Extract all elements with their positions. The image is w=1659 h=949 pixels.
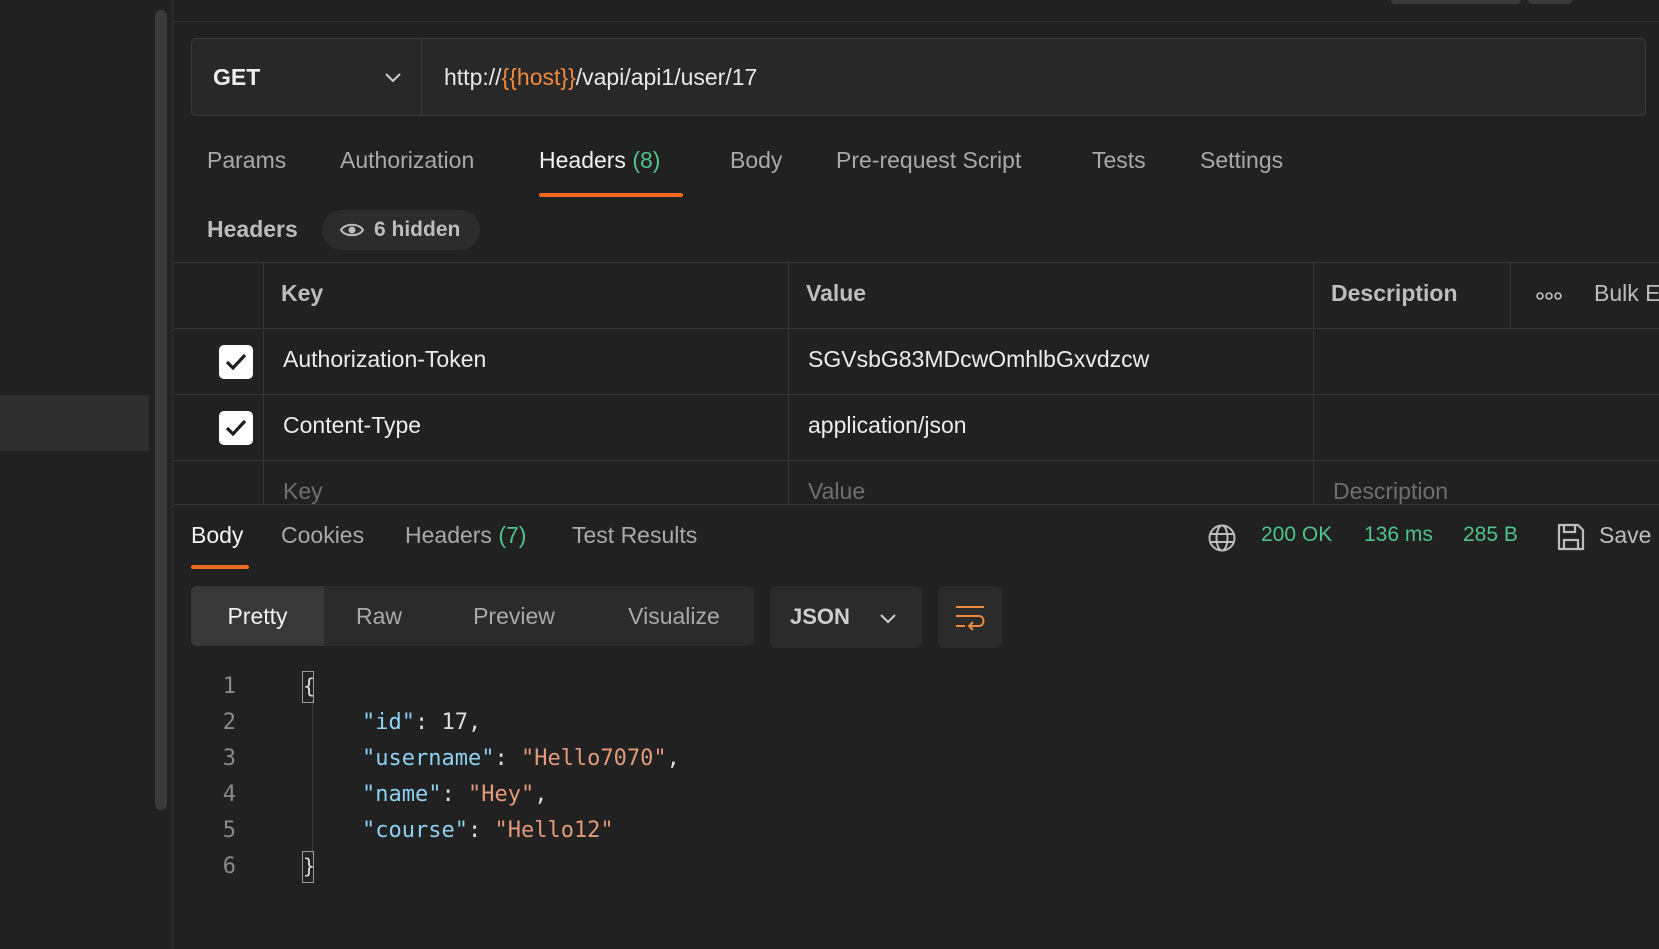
response-divider — [174, 504, 1659, 505]
json-line: "course": "Hello12" — [362, 818, 614, 843]
headers-table: Key Value Description Bulk E Authorizati… — [174, 262, 1659, 504]
response-tab-headers[interactable]: Headers (7) — [405, 522, 526, 549]
save-response-button[interactable]: Save — [1599, 522, 1651, 549]
response-tab-body[interactable]: Body — [191, 522, 243, 549]
view-mode-preview[interactable]: Preview — [434, 586, 594, 646]
header-value-cell[interactable]: SGVsbG83MDcwOmhlbGxvdzcw — [808, 346, 1149, 373]
divider — [1510, 262, 1511, 328]
divider — [263, 262, 264, 504]
new-key-input[interactable]: Key — [283, 478, 323, 504]
view-mode-raw[interactable]: Raw — [324, 586, 434, 646]
response-tab-cookies[interactable]: Cookies — [281, 522, 364, 549]
json-line: "username": "Hello7070", — [362, 746, 680, 771]
chevron-down-icon — [880, 614, 896, 624]
divider — [174, 394, 1659, 395]
url-variable: {{host}} — [501, 63, 576, 90]
eye-icon — [340, 223, 364, 237]
active-tab-indicator — [539, 193, 683, 197]
tab-authorization[interactable]: Authorization — [340, 147, 474, 174]
tab-headers-count: (8) — [632, 147, 661, 173]
toolbar-button[interactable] — [1528, 0, 1572, 4]
bulk-edit-link[interactable]: Bulk E — [1594, 280, 1659, 307]
hidden-headers-count: 6 hidden — [374, 218, 461, 241]
tab-settings[interactable]: Settings — [1200, 147, 1283, 174]
header-key-cell[interactable]: Authorization-Token — [283, 346, 486, 373]
response-body-code[interactable]: 1 2 3 4 5 6 { } "id": 17, "username": "H… — [174, 668, 1074, 898]
sidebar-selected-item[interactable] — [0, 395, 149, 451]
headers-section-label: Headers — [207, 216, 298, 242]
header-enabled-checkbox[interactable] — [219, 411, 253, 445]
json-open-brace: { — [302, 671, 315, 703]
checkmark-icon — [225, 419, 247, 437]
checkmark-icon — [225, 353, 247, 371]
request-bar: GET http://{{host}}/vapi/api1/user/17 — [191, 38, 1646, 116]
new-description-input[interactable]: Description — [1333, 478, 1448, 504]
response-time[interactable]: 136 ms — [1364, 523, 1433, 547]
divider — [174, 460, 1659, 461]
tab-headers-label: Headers — [539, 147, 626, 173]
response-size[interactable]: 285 B — [1463, 523, 1518, 547]
method-select[interactable]: GET — [192, 39, 422, 115]
column-header-value: Value — [806, 280, 867, 306]
column-header-key: Key — [281, 280, 324, 306]
globe-icon[interactable] — [1207, 523, 1237, 553]
hidden-headers-toggle[interactable]: 6 hidden — [322, 210, 481, 250]
url-prefix: http:// — [444, 63, 502, 90]
column-header-description: Description — [1331, 280, 1458, 306]
wrap-lines-icon — [956, 606, 985, 631]
format-select[interactable]: JSON — [770, 586, 922, 648]
active-response-tab-indicator — [191, 565, 249, 569]
response-tab-headers-label: Headers — [405, 522, 492, 548]
header-enabled-checkbox[interactable] — [219, 345, 253, 379]
tab-body[interactable]: Body — [730, 147, 782, 174]
response-tab-headers-count: (7) — [498, 522, 527, 548]
json-close-brace: } — [302, 851, 315, 883]
divider — [174, 328, 1659, 329]
save-icon[interactable] — [1557, 522, 1585, 552]
header-key-cell[interactable]: Content-Type — [283, 412, 421, 439]
status-code[interactable]: 200 OK — [1261, 523, 1332, 547]
tab-headers[interactable]: Headers (8) — [539, 147, 660, 174]
tab-tests[interactable]: Tests — [1092, 147, 1146, 174]
view-mode-tabs: Pretty Raw Preview Visualize — [191, 586, 754, 646]
sidebar-scrollbar[interactable] — [155, 10, 167, 810]
more-options-icon[interactable] — [1536, 292, 1562, 300]
view-mode-visualize[interactable]: Visualize — [594, 586, 754, 646]
method-label: GET — [213, 63, 261, 90]
new-value-input[interactable]: Value — [808, 478, 865, 504]
url-input[interactable]: http://{{host}}/vapi/api1/user/17 — [423, 39, 757, 115]
header-value-cell[interactable]: application/json — [808, 412, 967, 439]
divider — [174, 262, 1659, 263]
tab-prerequest-script[interactable]: Pre-request Script — [836, 147, 1021, 174]
chevron-down-icon — [385, 73, 401, 83]
divider — [1313, 262, 1314, 504]
sidebar — [0, 0, 173, 949]
json-line: "name": "Hey", — [362, 782, 548, 807]
toolbar-button[interactable] — [1391, 0, 1521, 4]
format-label: JSON — [790, 604, 850, 629]
view-mode-pretty[interactable]: Pretty — [191, 586, 324, 646]
url-path: /vapi/api1/user/17 — [575, 63, 758, 90]
tab-params[interactable]: Params — [207, 147, 286, 174]
response-tab-test-results[interactable]: Test Results — [572, 522, 697, 549]
json-line: "id": 17, — [362, 710, 482, 735]
divider — [788, 262, 789, 504]
wrap-lines-button[interactable] — [938, 586, 1002, 648]
